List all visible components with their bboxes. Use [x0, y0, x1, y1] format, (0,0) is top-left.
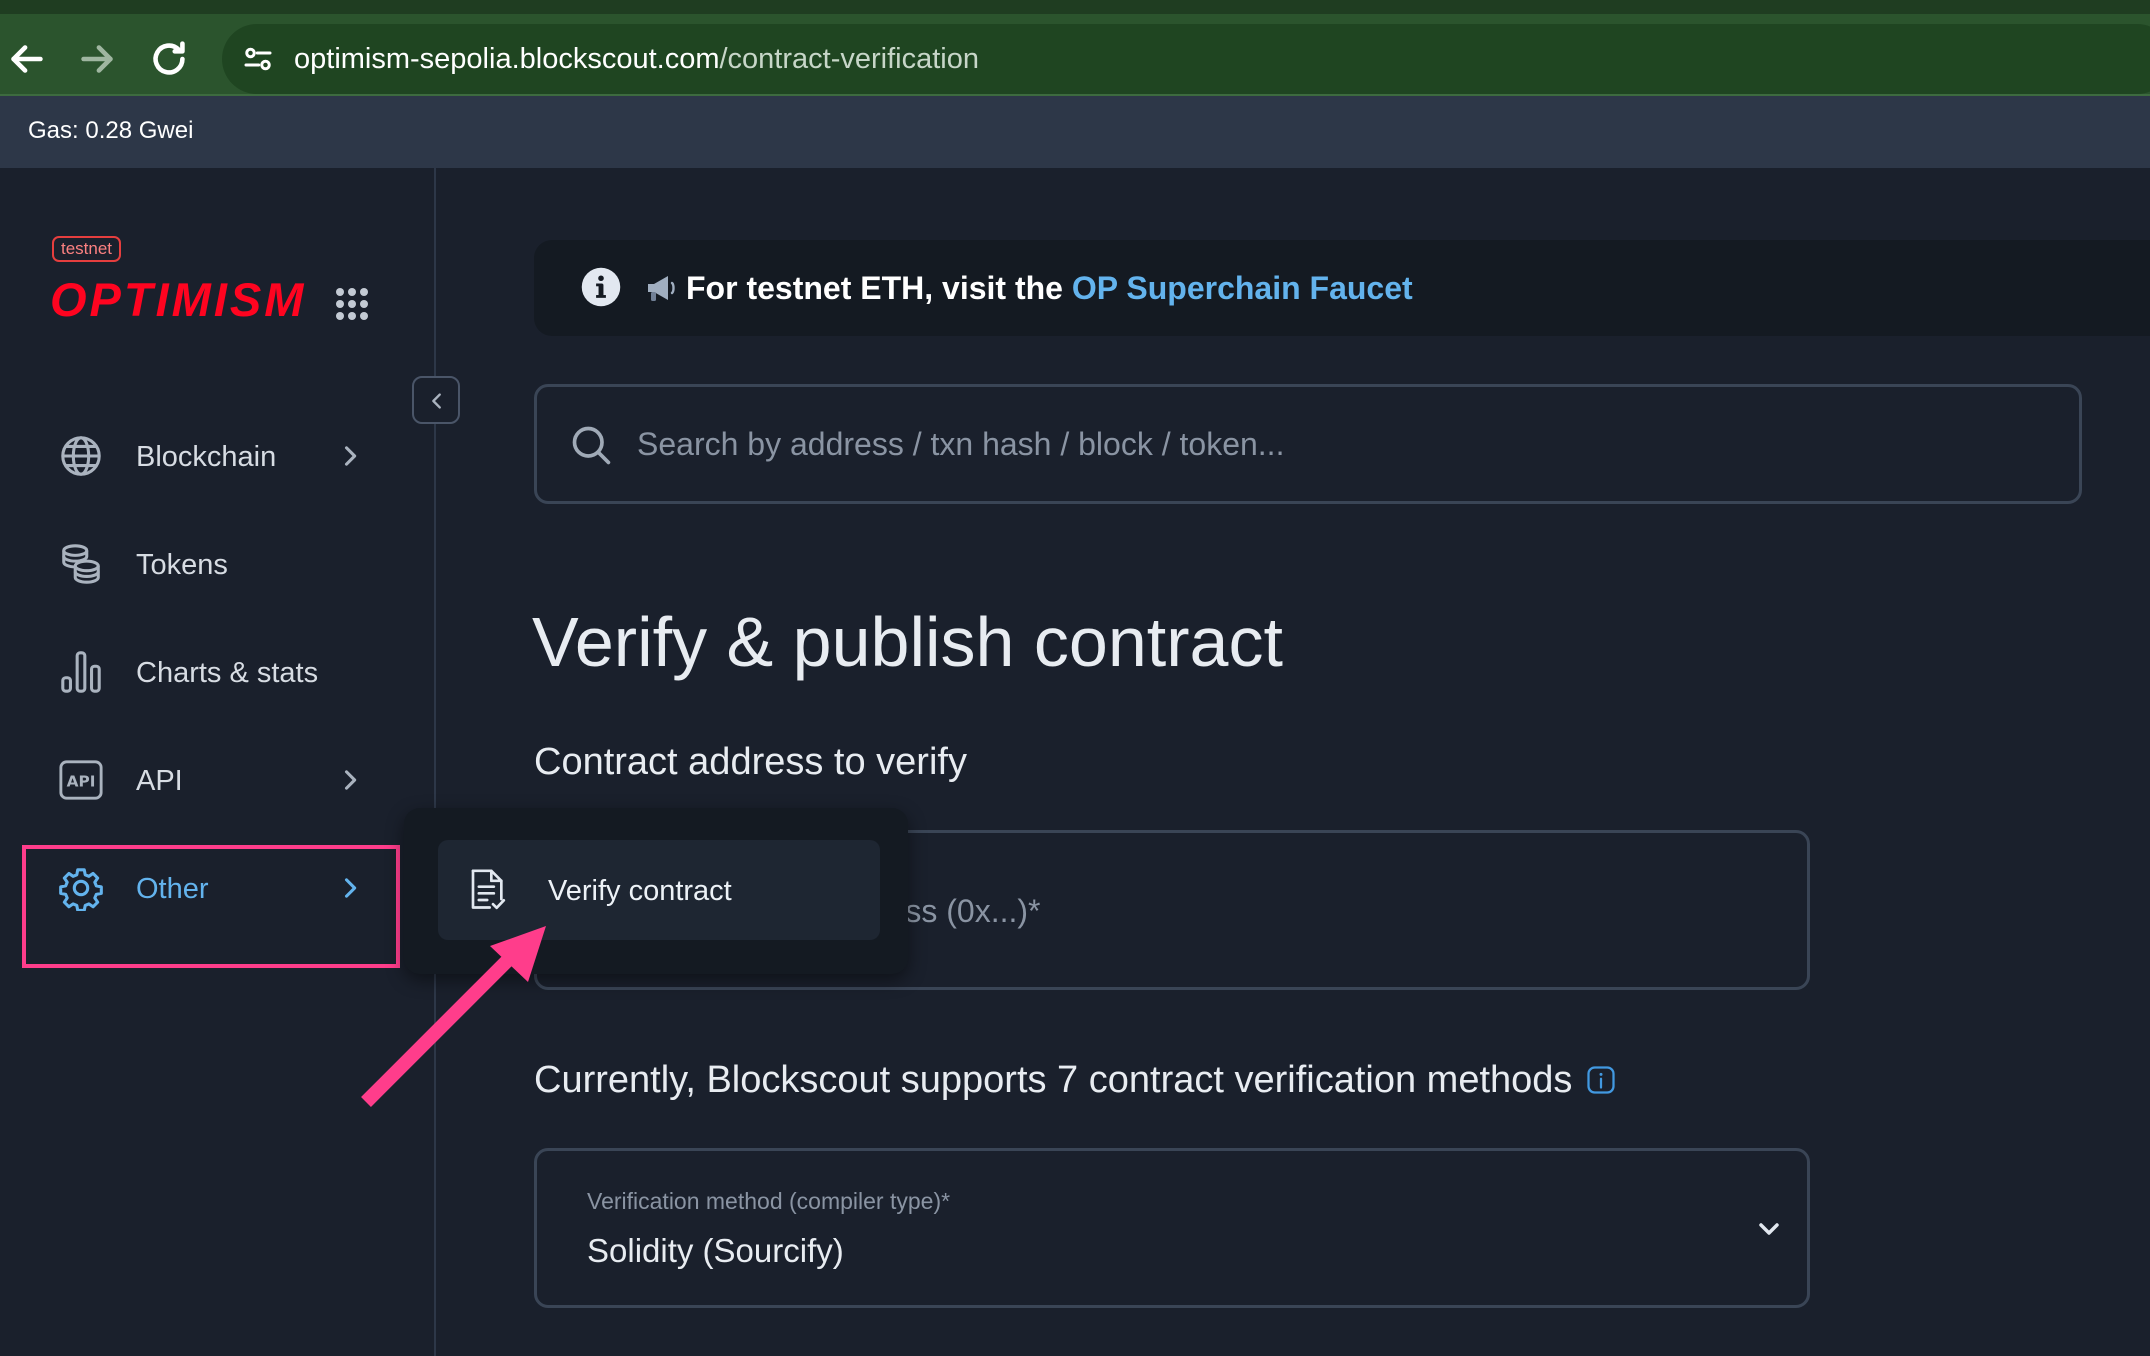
- address-bar[interactable]: optimism-sepolia.blockscout.com/contract…: [222, 24, 2150, 94]
- bar-chart-icon: [61, 651, 101, 693]
- arrow-left-icon: [11, 45, 43, 73]
- search-input[interactable]: [637, 413, 2037, 475]
- browser-toolbar: optimism-sepolia.blockscout.com/contract…: [0, 0, 2150, 96]
- arrow-right-icon: [81, 45, 113, 73]
- search-icon: [572, 426, 611, 465]
- svg-text:API: API: [67, 773, 96, 791]
- chevron-left-icon: [432, 393, 441, 409]
- info-icon[interactable]: [1586, 1065, 1616, 1095]
- url-path: /contract-verification: [719, 43, 979, 75]
- api-icon: API: [59, 760, 103, 800]
- contract-address-heading: Contract address to verify: [534, 741, 967, 783]
- site-settings-icon[interactable]: [240, 41, 276, 77]
- annotation-arrow-icon: [361, 926, 546, 1107]
- network-menu-icon[interactable]: [334, 286, 370, 322]
- sidebar-collapse-button[interactable]: [412, 376, 460, 424]
- chevron-right-icon: [344, 446, 357, 466]
- sidebar-item-label: Charts & stats: [136, 657, 319, 689]
- sidebar-item-blockchain[interactable]: Blockchain: [52, 417, 372, 497]
- network-logo[interactable]: OPTIMISM: [50, 272, 306, 328]
- testnet-badge: testnet: [52, 236, 122, 262]
- verification-methods-heading: Currently, Blockscout supports 7 contrac…: [534, 1056, 1616, 1104]
- back-button[interactable]: [4, 36, 50, 82]
- verification-methods-text: Currently, Blockscout supports 7 contrac…: [534, 1059, 1573, 1101]
- screen: optimism-sepolia.blockscout.com/contract…: [0, 0, 2150, 1356]
- sidebar-item-label: API: [136, 765, 183, 797]
- sidebar-item-charts-stats[interactable]: Charts & stats: [52, 633, 372, 713]
- annotation-highlight: [22, 845, 400, 968]
- top-info-bar: Gas: 0.28 Gwei: [0, 96, 2150, 168]
- faucet-banner: For testnet ETH, visit the OP Superchain…: [534, 240, 2150, 336]
- coins-icon: [62, 544, 100, 584]
- verification-method-select[interactable]: Verification method (compiler type)* Sol…: [534, 1148, 1810, 1308]
- info-icon: [581, 267, 621, 307]
- sidebar-item-label: Tokens: [136, 549, 228, 581]
- banner-text: For testnet ETH, visit the OP Superchain…: [646, 268, 1413, 308]
- megaphone-icon: [648, 276, 675, 301]
- url-domain: optimism-sepolia.blockscout.com: [294, 43, 720, 75]
- forward-button[interactable]: [74, 36, 120, 82]
- verification-method-value: Solidity (Sourcify): [587, 1232, 844, 1269]
- submenu-item-label: Verify contract: [548, 875, 732, 907]
- banner-message: For testnet ETH, visit the: [686, 270, 1072, 306]
- globe-icon: [61, 436, 101, 476]
- page-title: Verify & publish contract: [532, 603, 1283, 681]
- reload-icon: [153, 41, 185, 75]
- sidebar: testnet OPTIMISM Blockchain Tokens Chart…: [0, 168, 436, 1356]
- url-text: optimism-sepolia.blockscout.com/contract…: [294, 41, 979, 77]
- sidebar-item-api[interactable]: API API: [52, 741, 372, 821]
- sidebar-item-label: Blockchain: [136, 441, 277, 473]
- search-bar[interactable]: [534, 384, 2082, 504]
- gas-price: Gas: 0.28 Gwei: [28, 117, 194, 144]
- verification-method-label: Verification method (compiler type)*: [587, 1188, 951, 1214]
- faucet-link[interactable]: OP Superchain Faucet: [1072, 270, 1413, 306]
- chevron-right-icon: [344, 770, 357, 790]
- reload-button[interactable]: [146, 36, 192, 82]
- chevron-down-icon: [1759, 1223, 1779, 1235]
- sidebar-item-tokens[interactable]: Tokens: [52, 525, 372, 605]
